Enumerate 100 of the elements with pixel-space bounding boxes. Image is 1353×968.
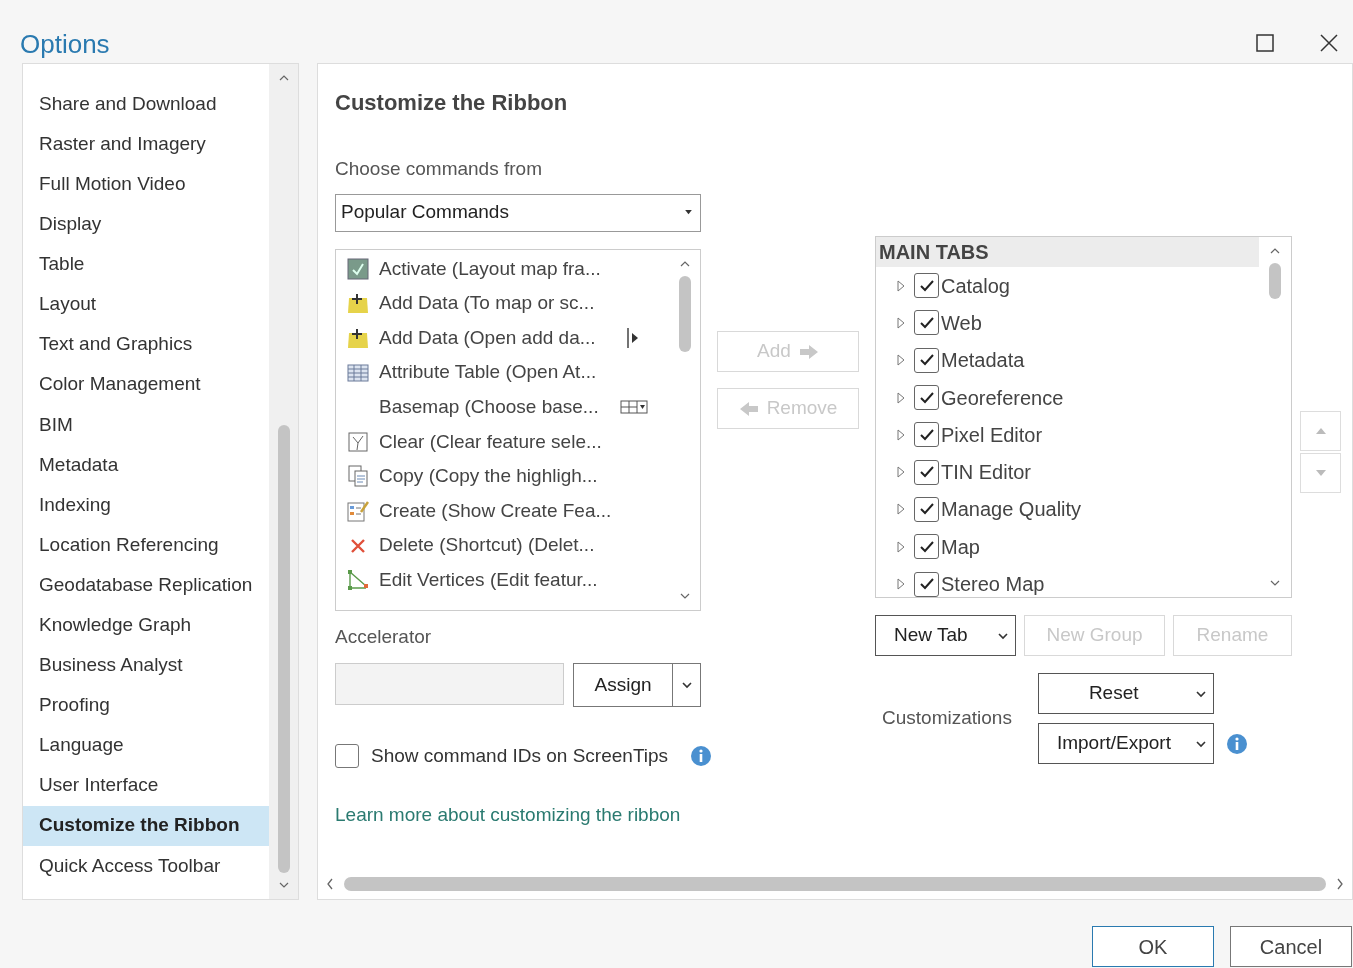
- gallery-icon: [620, 400, 648, 415]
- command-item[interactable]: Activate (Layout map fra...: [336, 251, 670, 287]
- triangle-down-icon: [1315, 470, 1326, 476]
- dialog-button[interactable]: OK: [1092, 926, 1214, 967]
- scrollbar-thumb[interactable]: [277, 425, 290, 873]
- command-item[interactable]: Delete (Shortcut) (Delet...: [336, 528, 670, 563]
- expand-icon[interactable]: [896, 390, 906, 405]
- reset-dropdown[interactable]: Reset: [1037, 673, 1214, 714]
- sidebar-item[interactable]: Customize the Ribbon: [23, 805, 269, 846]
- sidebar-item[interactable]: Metadata: [23, 444, 269, 485]
- expand-icon[interactable]: [896, 465, 906, 480]
- sidebar-item[interactable]: User Interface: [23, 765, 269, 806]
- expand-icon[interactable]: [896, 353, 906, 368]
- page-title: Customize the Ribbon: [335, 89, 569, 117]
- expand-icon[interactable]: [896, 539, 906, 554]
- checkbox-label[interactable]: Show command IDs on ScreenTips: [371, 742, 669, 771]
- tree-item-label[interactable]: Web: [941, 307, 982, 338]
- expand-icon[interactable]: [896, 427, 906, 442]
- tree-item-label[interactable]: Catalog: [941, 270, 1010, 301]
- tree-item-label[interactable]: TIN Editor: [941, 457, 1032, 488]
- sidebar-item[interactable]: Text and Graphics: [23, 324, 269, 365]
- scrollbar-thumb[interactable]: [679, 275, 691, 352]
- checkbox[interactable]: [914, 310, 939, 336]
- accelerator-field[interactable]: [335, 663, 564, 705]
- sidebar-item[interactable]: Full Motion Video: [23, 164, 269, 205]
- triangle-up-icon: [1315, 428, 1326, 434]
- checkbox[interactable]: [914, 496, 939, 522]
- command-item[interactable]: Add Data (To map or sc...: [336, 286, 670, 321]
- scrollbar-thumb[interactable]: [1269, 263, 1281, 299]
- table-icon: [347, 361, 369, 384]
- checkbox[interactable]: [914, 571, 939, 597]
- clear-selection-icon: [347, 430, 369, 453]
- checkbox[interactable]: [914, 385, 939, 411]
- checkbox[interactable]: [914, 347, 939, 373]
- left-arrow-icon: [738, 400, 759, 417]
- sidebar-item[interactable]: Knowledge Graph: [23, 605, 269, 646]
- commands-dropdown[interactable]: Popular Commands: [335, 193, 701, 232]
- tree-item-label[interactable]: Pixel Editor: [941, 419, 1043, 450]
- add-data-icon: [347, 327, 369, 349]
- expand-icon[interactable]: [896, 502, 906, 517]
- info-icon[interactable]: [1225, 732, 1248, 755]
- dialog-button[interactable]: Cancel: [1230, 926, 1352, 967]
- chevron-left-icon[interactable]: [326, 878, 334, 890]
- help-link[interactable]: Learn more about customizing the ribbon: [335, 800, 681, 829]
- check-icon: [918, 576, 935, 592]
- command-item[interactable]: Edit Vertices (Edit featur...: [336, 562, 670, 598]
- right-arrow-icon: [798, 343, 819, 360]
- field-label: Accelerator: [335, 624, 433, 649]
- maximize-icon[interactable]: [1255, 33, 1275, 53]
- window-title: Options: [20, 31, 110, 57]
- tree-header: MAIN TABS: [876, 237, 1259, 267]
- scrollbar[interactable]: [269, 64, 298, 899]
- expand-icon[interactable]: [896, 278, 906, 293]
- sidebar-item[interactable]: Indexing: [23, 484, 269, 526]
- sidebar-item[interactable]: Share and Download: [23, 84, 269, 125]
- copy-icon: [347, 465, 369, 488]
- sidebar-item[interactable]: Proofing: [23, 685, 269, 726]
- sidebar-item[interactable]: Layout: [23, 284, 269, 325]
- tree-item-label[interactable]: Manage Quality: [941, 494, 1082, 525]
- sidebar-item[interactable]: Table: [23, 244, 269, 285]
- new-tab-dropdown[interactable]: New Tab: [875, 615, 1017, 656]
- sidebar-item[interactable]: Display: [23, 204, 269, 245]
- tree-item-label[interactable]: Map: [941, 531, 980, 562]
- sidebar-item[interactable]: Language: [23, 725, 269, 766]
- command-item[interactable]: Create (Show Create Fea...: [336, 493, 670, 529]
- customizations-label: Customizations: [882, 706, 1012, 731]
- checkbox[interactable]: [914, 459, 939, 485]
- checkbox[interactable]: [914, 273, 939, 299]
- chevron-right-icon[interactable]: [1336, 878, 1344, 890]
- assign-split-button[interactable]: Assign: [573, 663, 701, 707]
- edit-vertices-icon: [347, 569, 369, 592]
- sidebar-item[interactable]: Geodatabase Replication: [23, 565, 269, 606]
- command-item[interactable]: Attribute Table (Open At...: [336, 355, 670, 390]
- checkbox[interactable]: [914, 534, 939, 560]
- command-item[interactable]: Basemap (Choose base...: [336, 389, 670, 425]
- scrollbar-thumb[interactable]: [344, 877, 1326, 891]
- sidebar-item[interactable]: Color Management: [23, 364, 269, 405]
- sidebar-item[interactable]: Quick Access Toolbar: [23, 845, 269, 886]
- sidebar-item[interactable]: Location Referencing: [23, 525, 269, 566]
- command-item[interactable]: Add Data (Open add da...: [336, 320, 670, 356]
- command-item[interactable]: Clear (Clear feature sele...: [336, 424, 670, 460]
- tree-item-label[interactable]: Metadata: [941, 345, 1025, 376]
- close-icon[interactable]: [1319, 33, 1339, 53]
- expand-icon[interactable]: [896, 577, 906, 591]
- checkbox[interactable]: [335, 744, 359, 769]
- checkbox[interactable]: [914, 422, 939, 448]
- tree-item-label[interactable]: Georeference: [941, 382, 1064, 413]
- tree-item-label[interactable]: Stereo Map: [941, 569, 1045, 597]
- map-frame-icon: [347, 257, 369, 280]
- expand-icon[interactable]: [896, 315, 906, 330]
- add-data-icon: [347, 292, 369, 315]
- sidebar-item[interactable]: BIM: [23, 404, 269, 445]
- split-arrow-icon: [626, 327, 640, 349]
- sidebar-item[interactable]: Business Analyst: [23, 645, 269, 686]
- command-item[interactable]: Copy (Copy the highligh...: [336, 459, 670, 494]
- caret-icon: [685, 210, 692, 215]
- sidebar-item[interactable]: Raster and Imagery: [23, 124, 269, 165]
- info-icon[interactable]: [690, 745, 713, 768]
- import-export-dropdown[interactable]: Import/Export: [1037, 723, 1214, 764]
- chevron-down-icon: [680, 679, 693, 691]
